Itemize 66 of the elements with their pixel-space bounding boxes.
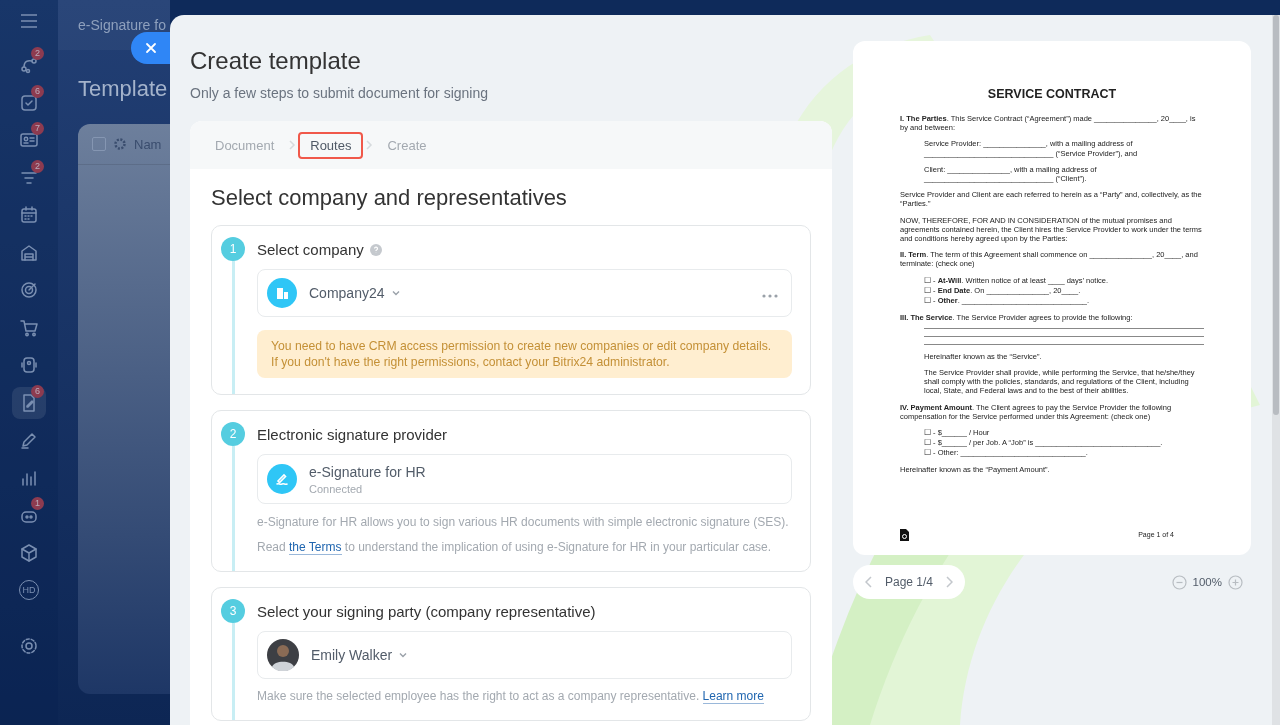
step-title: Select your signing party (company representative) [257, 603, 596, 620]
zoom-in-icon[interactable] [1228, 574, 1243, 590]
sidebar-button[interactable]: 7 [12, 124, 46, 156]
close-button[interactable] [131, 32, 170, 64]
notification-badge: 2 [31, 159, 44, 173]
page-indicator: Page 1/4 [885, 575, 934, 589]
calendar-icon [19, 205, 39, 225]
checkbox-icon [19, 92, 39, 113]
sidebar-button[interactable]: 1 [12, 499, 46, 531]
provider-description: e-Signature for HR allows you to sign various HR documents with simple electronic signature (SES). [257, 515, 790, 530]
notification-badge: 2 [31, 47, 44, 60]
caret-icon [398, 650, 409, 660]
hint-text: Read the Terms to understand the implication of using e-Signature for HR in your particular case. [257, 540, 773, 555]
sidebar-button[interactable]: 6 [12, 86, 46, 119]
warehouse-icon [19, 242, 39, 263]
notification-badge: 6 [31, 384, 44, 398]
pen-icon [19, 430, 39, 450]
link[interactable]: Learn more [702, 689, 764, 704]
sidebar-button[interactable]: 2 [12, 161, 46, 194]
sidebar-button[interactable]: 2 [12, 49, 46, 81]
notification-badge: 1 [31, 497, 44, 510]
target-icon [19, 280, 39, 300]
company-dropdown[interactable]: Company24 [309, 285, 401, 301]
contract-title: SERVICE CONTRACT [986, 87, 1118, 101]
signature-pen-icon [267, 464, 297, 494]
employee-dropdown[interactable]: Emily Walker [311, 647, 409, 663]
panel-title: Create template [190, 47, 362, 75]
step-number: 3 [221, 599, 245, 623]
connection-status: Connected [309, 482, 364, 495]
step-title: Electronic signature provider [257, 426, 448, 443]
company-select[interactable]: Company24 [257, 269, 792, 317]
cart-icon [19, 317, 39, 338]
cube-icon [19, 542, 39, 563]
close-icon [144, 42, 157, 54]
panel-subtitle: Only a few steps to submit document for signing [190, 85, 490, 101]
previous-icon[interactable] [865, 576, 873, 588]
sidebar-button[interactable]: HD [12, 574, 46, 606]
provider-name: e-Signature for HR [309, 463, 426, 480]
step-number: 2 [221, 422, 245, 446]
device-icon [19, 355, 39, 375]
page-title: Template [77, 75, 169, 102]
step-number: 1 [221, 237, 245, 261]
notification-badge: 6 [31, 84, 44, 98]
zoom-level: 100% [1192, 576, 1222, 588]
company-logo-icon [267, 278, 297, 308]
employee-select[interactable]: Emily Walker [257, 631, 792, 679]
section-heading: Select company and representatives [211, 185, 568, 211]
link[interactable]: the Terms [289, 540, 342, 555]
document-icon [900, 529, 909, 541]
sidebar-button[interactable]: 6 [12, 386, 46, 419]
next-icon[interactable] [945, 576, 954, 588]
hint-text: Make sure the selected employee has the right to act as a company representative. Learn more [257, 689, 765, 704]
scrollbar[interactable] [1272, 15, 1280, 725]
permission-warning: You need to have CRM access permission to create new companies or edit company details. If you don't have the right permissions, contact your Bitrix24 administrator. [257, 330, 792, 378]
chevron-icon [365, 140, 374, 150]
caret-icon [390, 288, 401, 298]
chevron-icon [288, 140, 297, 150]
notification-badge: 7 [31, 122, 44, 135]
help-icon[interactable] [369, 243, 382, 256]
step-tab[interactable]: Routes [298, 131, 364, 159]
contact-card-icon [19, 130, 39, 150]
checkbox[interactable] [92, 137, 106, 151]
zoom-out-icon[interactable] [1171, 574, 1187, 590]
page-header: e-Signature fo [78, 17, 166, 33]
avatar [267, 639, 299, 671]
step-title: Select company [257, 241, 364, 258]
